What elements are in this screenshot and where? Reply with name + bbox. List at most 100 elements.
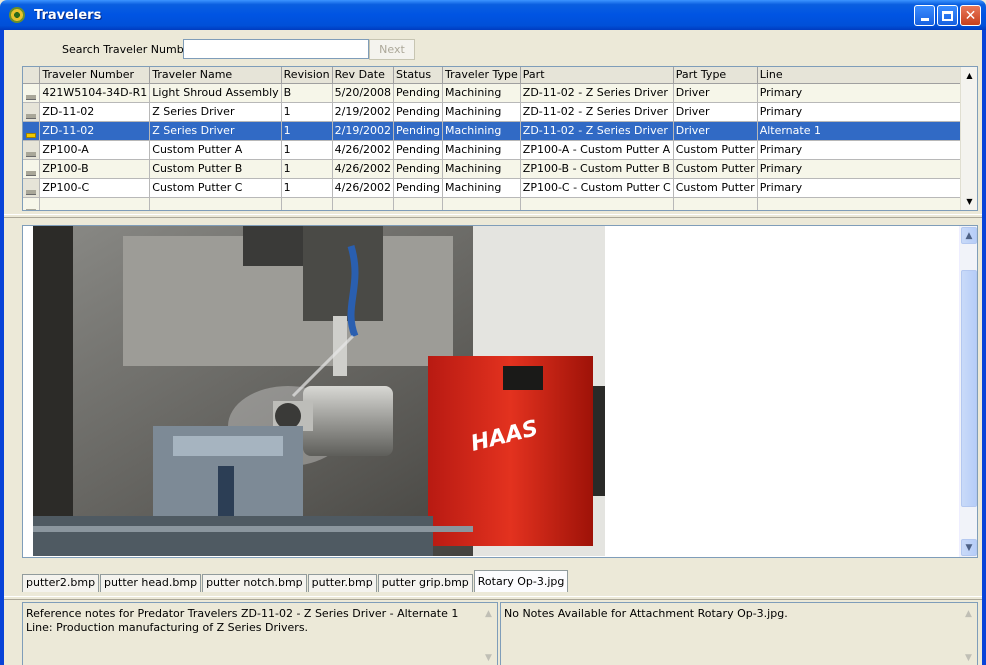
table-cell[interactable]: Custom Putter	[673, 159, 758, 179]
table-cell[interactable]: ZP100-B - Custom Putter B	[520, 159, 674, 179]
table-cell[interactable]: ZP100-C - Custom Putter C	[520, 178, 674, 198]
column-header[interactable]: Status	[393, 67, 444, 84]
table-cell[interactable]: 4/26/2002	[332, 178, 395, 198]
table-cell[interactable]: Pending	[393, 159, 444, 179]
table-cell[interactable]: ZD-11-02 - Z Series Driver	[520, 121, 674, 141]
table-row[interactable]: 421W5104-34D-R1 Light Shroud Assembly B 5/2…	[23, 83, 977, 103]
notes-scrollbar[interactable]: ▲ ▼	[480, 603, 497, 665]
scroll-down-arrow-icon[interactable]: ▼	[960, 649, 977, 665]
table-cell[interactable]	[332, 197, 395, 210]
table-cell[interactable]: Driver	[673, 83, 758, 103]
table-cell[interactable]: Machining	[442, 178, 521, 198]
table-cell[interactable]: ZD-11-02	[39, 102, 151, 122]
table-row[interactable]: ZP100-C Custom Putter C 1 4/26/2002 Pending M…	[23, 178, 977, 198]
next-button[interactable]: Next	[369, 39, 415, 60]
table-row[interactable]	[23, 197, 977, 210]
table-cell[interactable]: Z Series Driver	[149, 121, 282, 141]
table-cell[interactable]: Pending	[393, 83, 444, 103]
image-scrollbar[interactable]: ▲ ▼	[959, 226, 977, 557]
table-cell[interactable]: Custom Putter C	[149, 178, 282, 198]
table-cell[interactable]: 1	[281, 140, 333, 160]
table-cell[interactable]: Driver	[673, 102, 758, 122]
row-selector[interactable]	[23, 140, 41, 160]
scroll-down-arrow-icon[interactable]: ▼	[961, 193, 977, 210]
table-cell[interactable]	[757, 197, 977, 210]
scroll-down-arrow-icon[interactable]: ▼	[961, 539, 977, 556]
table-cell[interactable]: 1	[281, 121, 333, 141]
table-cell[interactable]: ZD-11-02 - Z Series Driver	[520, 83, 674, 103]
tab-rotary-op-3[interactable]: Rotary Op-3.jpg	[473, 570, 569, 592]
row-selector[interactable]	[23, 102, 41, 122]
table-cell[interactable]: Primary	[757, 140, 977, 160]
table-cell[interactable]	[393, 197, 444, 210]
table-cell[interactable]: 2/19/2002	[332, 102, 395, 122]
table-cell[interactable]	[673, 197, 758, 210]
table-cell[interactable]: B	[281, 83, 333, 103]
table-cell[interactable]: Machining	[442, 159, 521, 179]
table-cell[interactable]: Driver	[673, 121, 758, 141]
scroll-down-arrow-icon[interactable]: ▼	[480, 649, 497, 665]
notes-scrollbar[interactable]: ▲ ▼	[960, 603, 977, 665]
table-cell[interactable]: 4/26/2002	[332, 140, 395, 160]
table-cell[interactable]: ZP100-B	[39, 159, 151, 179]
table-cell[interactable]	[149, 197, 282, 210]
attachment-notes-pane[interactable]: No Notes Available for Attachment Rotary…	[500, 602, 978, 665]
table-cell[interactable]: Primary	[757, 83, 977, 103]
table-cell[interactable]: ZD-11-02	[39, 121, 151, 141]
grid-scrollbar[interactable]: ▲ ▼	[960, 67, 977, 210]
table-row[interactable]: ZP100-A Custom Putter A 1 4/26/2002 Pending M…	[23, 140, 977, 160]
table-cell[interactable]	[281, 197, 333, 210]
table-cell[interactable]: 1	[281, 178, 333, 198]
row-selector[interactable]	[23, 121, 41, 141]
table-cell[interactable]: Custom Putter B	[149, 159, 282, 179]
table-cell[interactable]: 1	[281, 102, 333, 122]
table-cell[interactable]: Primary	[757, 178, 977, 198]
table-cell[interactable]: ZP100-A	[39, 140, 151, 160]
table-cell[interactable]: ZP100-A - Custom Putter A	[520, 140, 674, 160]
row-selector[interactable]	[23, 197, 41, 210]
table-cell[interactable]	[520, 197, 674, 210]
table-cell[interactable]: Machining	[442, 102, 521, 122]
column-header[interactable]: Traveler Number	[39, 67, 151, 84]
table-row[interactable]: ZD-11-02 Z Series Driver 1 2/19/2002 Pending…	[23, 121, 977, 141]
table-cell[interactable]: Pending	[393, 140, 444, 160]
table-row[interactable]: ZD-11-02 Z Series Driver 1 2/19/2002 Pending…	[23, 102, 977, 122]
scroll-up-arrow-icon[interactable]: ▲	[961, 227, 977, 244]
tab-putter-head[interactable]: putter head.bmp	[100, 574, 202, 592]
scroll-up-arrow-icon[interactable]: ▲	[961, 67, 977, 84]
table-cell[interactable]: Primary	[757, 159, 977, 179]
row-selector[interactable]	[23, 83, 41, 103]
grid-corner[interactable]	[23, 67, 41, 84]
table-cell[interactable]: Pending	[393, 102, 444, 122]
splitter[interactable]	[4, 596, 982, 600]
tab-putter-notch[interactable]: putter notch.bmp	[202, 574, 307, 592]
tab-putter2[interactable]: putter2.bmp	[22, 574, 100, 592]
scroll-up-arrow-icon[interactable]: ▲	[480, 605, 497, 622]
table-cell[interactable]: Custom Putter	[673, 178, 758, 198]
column-header[interactable]: Revision	[281, 67, 333, 84]
table-cell[interactable]: Custom Putter	[673, 140, 758, 160]
table-cell[interactable]: 4/26/2002	[332, 159, 395, 179]
table-cell[interactable]: Primary	[757, 102, 977, 122]
travelers-grid[interactable]: Traveler Number Traveler Name Revision R…	[22, 66, 978, 211]
table-cell[interactable]: 2/19/2002	[332, 121, 395, 141]
column-header[interactable]: Traveler Type	[442, 67, 521, 84]
column-header[interactable]: Line	[757, 67, 977, 84]
table-cell[interactable]: Pending	[393, 121, 444, 141]
column-header[interactable]: Traveler Name	[149, 67, 282, 84]
minimize-button[interactable]	[914, 5, 935, 26]
table-cell[interactable]: 5/20/2008	[332, 83, 395, 103]
splitter[interactable]	[4, 214, 982, 218]
traveler-notes-pane[interactable]: Reference notes for Predator Travelers Z…	[22, 602, 498, 665]
column-header[interactable]: Rev Date	[332, 67, 395, 84]
table-cell[interactable]: Alternate 1	[757, 121, 977, 141]
table-cell[interactable]: Custom Putter A	[149, 140, 282, 160]
table-cell[interactable]: Z Series Driver	[149, 102, 282, 122]
table-cell[interactable]: Machining	[442, 121, 521, 141]
row-selector[interactable]	[23, 178, 41, 198]
table-cell[interactable]: Machining	[442, 140, 521, 160]
table-cell[interactable]: Pending	[393, 178, 444, 198]
table-cell[interactable]: 1	[281, 159, 333, 179]
close-button[interactable]: ✕	[960, 5, 981, 26]
table-cell[interactable]: ZD-11-02 - Z Series Driver	[520, 102, 674, 122]
